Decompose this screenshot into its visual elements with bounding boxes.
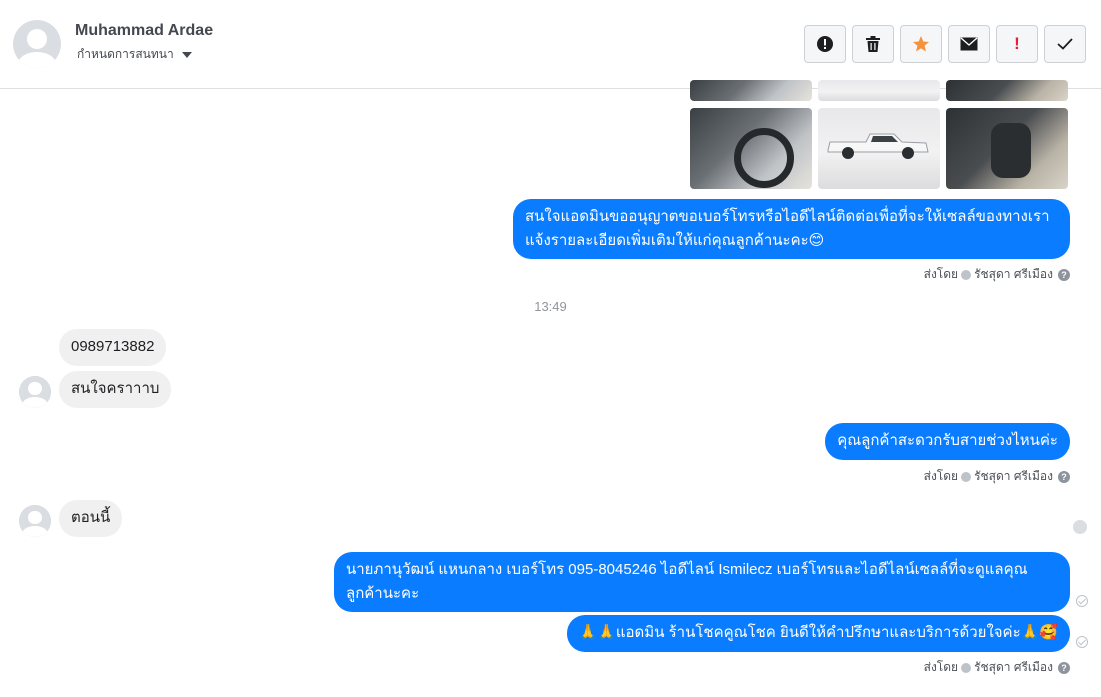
- outgoing-message[interactable]: สนใจแอดมินขออนุญาตขอเบอร์โทรหรือไอดีไลน์…: [513, 199, 1070, 259]
- trash-icon: [866, 36, 880, 52]
- assign-conversation-dropdown[interactable]: กำหนดการสนทนา: [77, 45, 192, 64]
- assign-label: กำหนดการสนทนา: [77, 47, 174, 61]
- help-icon[interactable]: ?: [1058, 661, 1070, 674]
- agent-name[interactable]: รัชสุดา ศรีเมือง: [974, 658, 1053, 677]
- agent-name[interactable]: รัชสุดา ศรีเมือง: [974, 265, 1053, 284]
- mark-unread-button[interactable]: [948, 25, 990, 63]
- alert-circle-icon: [817, 36, 833, 52]
- agent-name[interactable]: รัชสุดา ศรีเมือง: [974, 467, 1053, 486]
- message-text: 🙏🙏แอดมิน ร้านโชคคูณโชค ยินดีให้คำปรึกษาแ…: [578, 624, 1058, 641]
- incoming-message[interactable]: 0989713882: [59, 329, 167, 366]
- agent-status-icon: [961, 269, 972, 280]
- sent-by-info: ส่งโดย รัชสุดา ศรีเมือง ?: [924, 265, 1070, 284]
- sent-by-info: ส่งโดย รัชสุดา ศรีเมือง ?: [924, 658, 1070, 677]
- sent-by-label: ส่งโดย: [923, 660, 959, 674]
- exclamation-icon: !: [1014, 34, 1020, 53]
- message-text: ตอนนี้: [71, 509, 111, 526]
- delete-button[interactable]: [852, 25, 894, 63]
- star-button[interactable]: [900, 25, 942, 63]
- sent-by-info: ส่งโดย รัชสุดา ศรีเมือง ?: [924, 467, 1070, 486]
- contact-avatar-small[interactable]: [19, 376, 51, 408]
- outgoing-message[interactable]: นายภานุวัฒน์ แหนกลาง เบอร์โทร 095-804524…: [334, 552, 1070, 612]
- follow-up-button[interactable]: !: [996, 25, 1038, 63]
- sent-by-label: ส่งโดย: [923, 469, 959, 483]
- incoming-message[interactable]: ตอนนี้: [59, 500, 123, 537]
- car-photo-thumbnail[interactable]: [690, 80, 812, 101]
- check-icon: [1057, 38, 1073, 50]
- conversation-header: Muhammad Ardae กำหนดการสนทนา !: [0, 0, 1101, 89]
- contact-avatar[interactable]: [13, 20, 61, 68]
- contact-name[interactable]: Muhammad Ardae: [75, 22, 213, 40]
- car-photo-thumbnail[interactable]: [946, 80, 1068, 101]
- agent-status-icon: [961, 471, 972, 482]
- help-icon[interactable]: ?: [1058, 470, 1070, 483]
- car-photo-thumbnail[interactable]: [818, 80, 940, 101]
- time-divider: 13:49: [534, 299, 567, 314]
- message-text: คุณลูกค้าสะดวกรับสายช่วงไหนค่ะ: [837, 432, 1058, 449]
- agent-status-icon: [961, 662, 972, 673]
- outgoing-message[interactable]: คุณลูกค้าสะดวกรับสายช่วงไหนค่ะ: [825, 423, 1070, 460]
- star-icon: [913, 36, 929, 52]
- caret-down-icon: [181, 51, 192, 58]
- outgoing-message[interactable]: 🙏🙏แอดมิน ร้านโชคคูณโชค ยินดีให้คำปรึกษาแ…: [566, 615, 1070, 652]
- delivered-check-icon: [1076, 636, 1088, 648]
- seen-avatar-icon: [1073, 520, 1087, 534]
- action-toolbar: !: [804, 25, 1086, 63]
- incoming-message[interactable]: สนใจคราาาบ: [59, 371, 172, 408]
- report-spam-button[interactable]: [804, 25, 846, 63]
- message-text: สนใจแอดมินขออนุญาตขอเบอร์โทรหรือไอดีไลน์…: [525, 208, 1050, 249]
- message-text: สนใจคราาาบ: [71, 380, 160, 397]
- contact-avatar-small[interactable]: [19, 505, 51, 537]
- gear-shift-photo[interactable]: [946, 108, 1068, 189]
- car-interior-photo[interactable]: [690, 108, 812, 189]
- delivered-check-icon: [1076, 595, 1088, 607]
- help-icon[interactable]: ?: [1058, 268, 1070, 281]
- mark-done-button[interactable]: [1044, 25, 1086, 63]
- message-text: 0989713882: [71, 338, 155, 355]
- message-text: นายภานุวัฒน์ แหนกลาง เบอร์โทร 095-804524…: [346, 561, 1028, 602]
- sent-by-label: ส่งโดย: [923, 267, 959, 281]
- pickup-truck-photo[interactable]: [818, 108, 940, 189]
- envelope-icon: [960, 37, 978, 51]
